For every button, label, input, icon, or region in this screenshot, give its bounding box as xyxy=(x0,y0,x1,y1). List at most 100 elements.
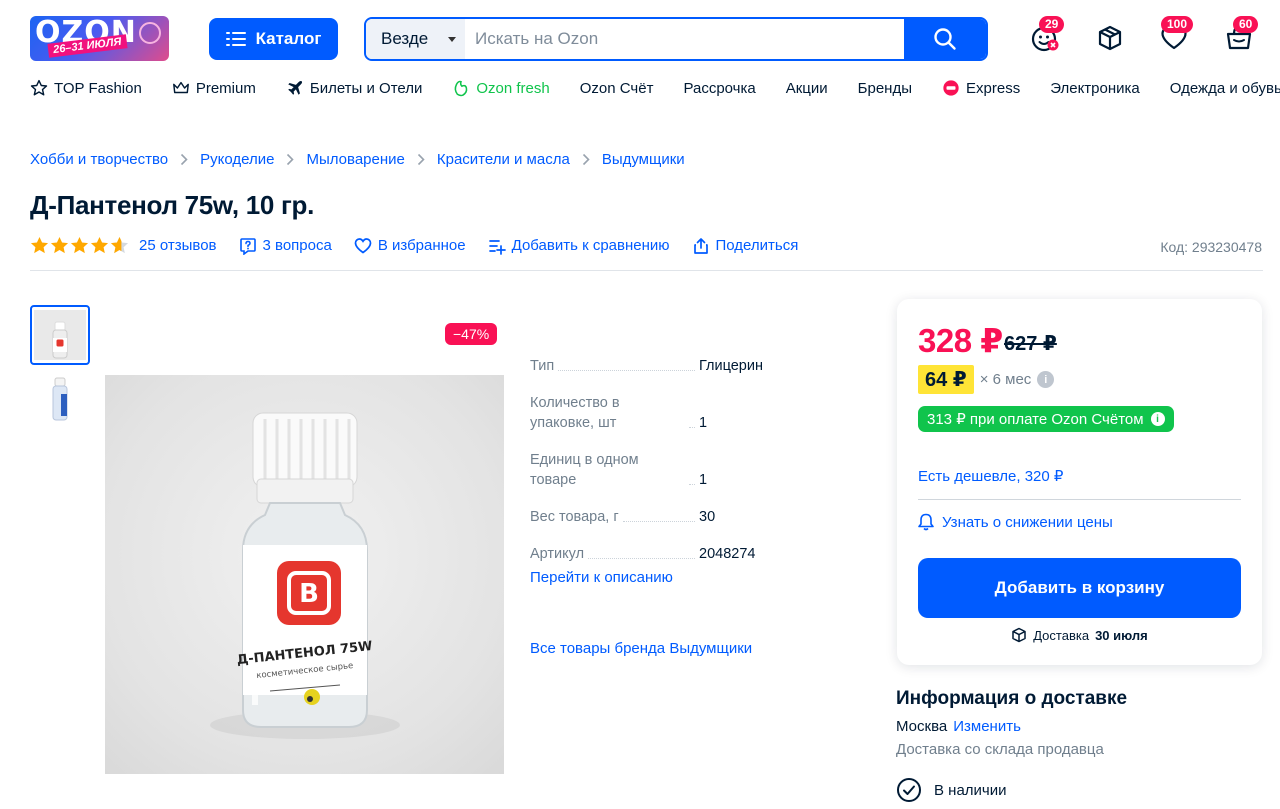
nav-label: Билеты и Отели xyxy=(309,79,423,97)
favorites-badge: 100 xyxy=(1161,16,1194,33)
brand-all-link[interactable]: Все товары бренда Выдумщики xyxy=(530,640,752,657)
delivery-date: 30 июля xyxy=(1095,627,1148,643)
spec-value: Глицерин xyxy=(699,358,763,374)
nav-item-premium[interactable]: Premium xyxy=(172,79,256,97)
notify-label: Узнать о снижении цены xyxy=(942,513,1113,531)
installment-amount: 64 ₽ xyxy=(918,365,974,394)
favorite-label: В избранное xyxy=(377,237,466,254)
add-to-cart-button[interactable]: Добавить в корзину xyxy=(918,558,1241,618)
ozon-card-price-label: 313 ₽ при оплате Ozon Счётом xyxy=(927,411,1144,428)
menu-icon xyxy=(225,32,246,46)
spec-row: Вес товара, г 30 xyxy=(530,507,830,527)
share-icon xyxy=(693,237,708,254)
nav-item-promotions[interactable]: Акции xyxy=(786,80,828,97)
header-favorites-button[interactable]: 100 xyxy=(1160,16,1194,54)
compare-link[interactable]: Добавить к сравнению xyxy=(488,237,670,255)
share-link[interactable]: Поделиться xyxy=(692,237,799,255)
nav-label: Рассрочка xyxy=(683,79,756,97)
nav-item-installments[interactable]: Рассрочка xyxy=(683,80,755,97)
top-nav: TOP Fashion Premium Билеты и Отели Ozon … xyxy=(30,76,1280,100)
questions-label: 3 вопроса xyxy=(262,237,332,254)
chevron-right-icon xyxy=(582,153,590,166)
bottle-illustration: B Д-ПАНТЕНОЛ 75W косметическое сырье xyxy=(210,412,400,739)
info-icon[interactable]: i xyxy=(1037,371,1055,388)
ozon-card-price[interactable]: 313 ₽ при оплате Ozon Счётом i xyxy=(918,406,1174,432)
breadcrumb-item[interactable]: Выдумщики xyxy=(602,151,685,168)
star-outline-icon xyxy=(30,79,48,96)
product-photo[interactable]: B Д-ПАНТЕНОЛ 75W косметическое сырье xyxy=(105,375,504,774)
delivery-prefix: Доставка xyxy=(1033,627,1090,643)
spec-row: Единиц в одном товаре 1 xyxy=(530,450,830,490)
nav-label: TOP Fashion xyxy=(54,79,142,97)
breadcrumb-item[interactable]: Мыловарение xyxy=(306,151,404,168)
change-city-link[interactable]: Изменить xyxy=(953,718,1021,735)
star-half-icon xyxy=(110,236,129,254)
nav-item-express[interactable]: Express xyxy=(942,79,1020,97)
nav-label: Акции xyxy=(785,79,828,97)
nav-item-brands[interactable]: Бренды xyxy=(858,80,912,97)
reviews-link[interactable]: 25 отзывов xyxy=(139,237,217,254)
smile-badge: 29 xyxy=(1039,16,1065,33)
spec-key: Единиц в одном товаре xyxy=(530,452,639,488)
search-scope-select[interactable]: Везде xyxy=(366,19,465,59)
breadcrumb: Хобби и творчество Рукоделие Мыловарение… xyxy=(30,151,685,168)
star-icon xyxy=(90,236,109,254)
breadcrumb-item[interactable]: Рукоделие xyxy=(200,151,274,168)
stock-label: В наличии xyxy=(934,781,1007,799)
header-orders-button[interactable] xyxy=(1096,24,1126,54)
search-input[interactable] xyxy=(465,19,904,59)
installment-row[interactable]: 64 ₽ × 6 мес i xyxy=(918,365,1055,394)
breadcrumb-item[interactable]: Хобби и творчество xyxy=(30,151,168,168)
search-bar: Везде xyxy=(364,17,988,61)
header-smile-button[interactable]: 29 xyxy=(1031,16,1065,54)
nav-item-electronics[interactable]: Электроника xyxy=(1050,80,1140,97)
spec-key: Тип xyxy=(530,358,555,374)
old-price: 627 ₽ xyxy=(1004,333,1057,355)
star-icon xyxy=(50,236,69,254)
nav-label: Одежда и обувь xyxy=(1169,79,1280,97)
nav-item-clothing[interactable]: Одежда и обувь xyxy=(1170,80,1280,97)
specs-list: Тип Глицерин Количество в упаковке, шт 1… xyxy=(530,356,830,581)
question-icon xyxy=(239,237,256,255)
box-icon xyxy=(1098,25,1122,51)
price-drop-notify-link[interactable]: Узнать о снижении цены xyxy=(918,513,1113,531)
stock-status: В наличии xyxy=(896,777,1007,803)
spec-key: Количество в упаковке, шт xyxy=(530,395,620,431)
thumbnail-1[interactable] xyxy=(30,305,90,365)
ozon-logo[interactable]: OZON 26–31 ИЮЛЯ xyxy=(30,16,169,61)
price-card: 328 ₽ 627 ₽ 64 ₽ × 6 мес i 313 ₽ при опл… xyxy=(897,299,1262,665)
spec-row: Количество в упаковке, шт 1 xyxy=(530,393,830,433)
spec-value: 1 xyxy=(699,472,708,488)
delivery-city-row: Москва Изменить xyxy=(896,718,1021,735)
thumbnail-2[interactable] xyxy=(30,367,90,427)
to-description-link[interactable]: Перейти к описанию xyxy=(530,569,673,586)
share-label: Поделиться xyxy=(715,237,799,254)
star-icon xyxy=(70,236,89,254)
catalog-button[interactable]: Каталог xyxy=(209,18,338,60)
info-icon: i xyxy=(1150,412,1165,426)
installment-term: × 6 мес xyxy=(979,371,1032,388)
nav-item-ozon-fresh[interactable]: Ozon fresh xyxy=(452,79,550,97)
cheaper-offer-link[interactable]: Есть дешевле, 320 ₽ xyxy=(918,467,1063,485)
breadcrumb-item[interactable]: Красители и масла xyxy=(437,151,570,168)
spec-value: 2048274 xyxy=(699,546,756,562)
spec-value: 1 xyxy=(699,415,708,431)
nav-item-top-fashion[interactable]: TOP Fashion xyxy=(30,79,142,97)
nav-item-ozon-account[interactable]: Ozon Счёт xyxy=(580,80,654,97)
thumbnail-image xyxy=(34,372,86,422)
product-code: Код: 293230478 xyxy=(1160,239,1262,255)
search-icon xyxy=(934,28,956,50)
bell-icon xyxy=(918,513,934,531)
product-title: Д-Пантенол 75w, 10 гр. xyxy=(30,190,315,220)
header-cart-button[interactable]: 60 xyxy=(1225,16,1259,54)
rating-stars[interactable] xyxy=(30,236,129,255)
svg-text:B: B xyxy=(299,579,319,609)
questions-link[interactable]: 3 вопроса xyxy=(239,237,332,255)
check-circle-icon xyxy=(897,778,921,802)
favorite-link[interactable]: В избранное xyxy=(354,237,466,255)
catalog-label: Каталог xyxy=(255,29,322,48)
chevron-right-icon xyxy=(417,153,425,166)
search-button[interactable] xyxy=(904,19,986,59)
compare-label: Добавить к сравнению xyxy=(511,237,670,254)
nav-item-tickets[interactable]: Билеты и Отели xyxy=(286,79,423,97)
